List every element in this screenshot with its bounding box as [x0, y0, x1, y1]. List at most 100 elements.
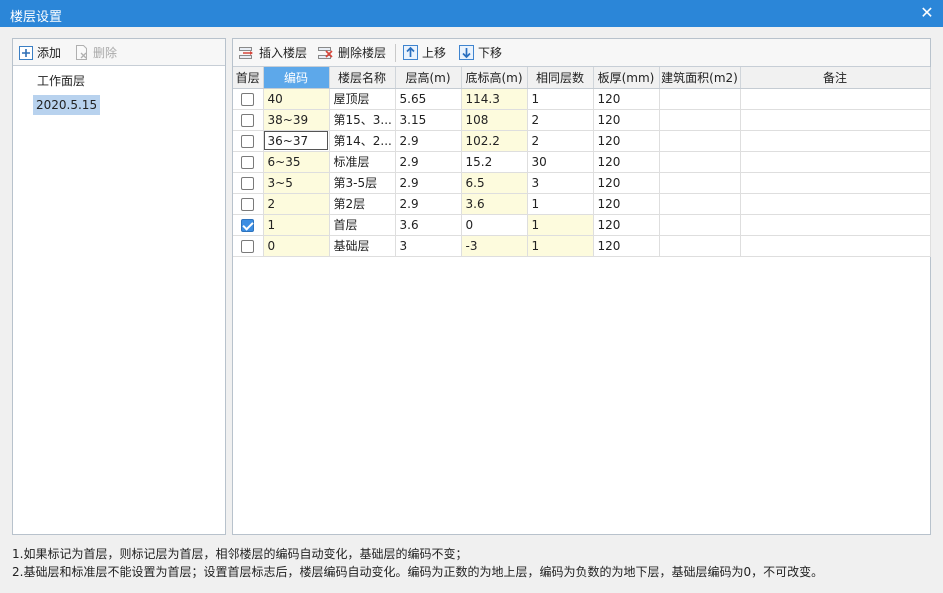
- slab-thickness-cell[interactable]: 120: [593, 130, 660, 152]
- remarks-cell[interactable]: [740, 235, 931, 257]
- bottom-elevation-cell[interactable]: 15.2: [461, 151, 528, 173]
- move-down-button[interactable]: 下移: [459, 43, 502, 62]
- floor-name-cell[interactable]: 第15、3...: [329, 109, 396, 131]
- first-floor-cell[interactable]: [233, 130, 264, 152]
- table-row[interactable]: 1 首层 3.6 0 1 120: [233, 214, 931, 236]
- slab-thickness-cell[interactable]: 120: [593, 151, 660, 173]
- col-header-code[interactable]: 编码: [263, 67, 330, 89]
- first-floor-cell[interactable]: [233, 109, 264, 131]
- same-floors-cell[interactable]: 1: [527, 88, 594, 110]
- building-area-cell[interactable]: [659, 214, 741, 236]
- table-row[interactable]: 0 基础层 3 -3 1 120: [233, 235, 931, 257]
- building-area-cell[interactable]: [659, 130, 741, 152]
- first-floor-checkbox[interactable]: [241, 92, 255, 106]
- table-row[interactable]: 36~37 第14、2... 2.9 102.2 2 120: [233, 130, 931, 152]
- tree-item-work-surface[interactable]: 工作面层: [34, 71, 88, 91]
- floor-height-cell[interactable]: 3: [395, 235, 462, 257]
- bottom-elevation-cell[interactable]: 108: [461, 109, 528, 131]
- bottom-elevation-cell[interactable]: -3: [461, 235, 528, 257]
- remarks-cell[interactable]: [740, 88, 931, 110]
- col-header-remarks[interactable]: 备注: [740, 67, 931, 89]
- first-floor-cell[interactable]: [233, 193, 264, 215]
- move-up-button[interactable]: 上移: [403, 43, 446, 62]
- code-cell[interactable]: 3~5: [263, 172, 330, 194]
- remarks-cell[interactable]: [740, 109, 931, 131]
- same-floors-cell[interactable]: 1: [527, 214, 594, 236]
- floor-name-cell[interactable]: 基础层: [329, 235, 396, 257]
- floor-height-cell[interactable]: 3.6: [395, 214, 462, 236]
- slab-thickness-cell[interactable]: 120: [593, 172, 660, 194]
- floor-name-cell[interactable]: 首层: [329, 214, 396, 236]
- table-row[interactable]: 3~5 第3-5层 2.9 6.5 3 120: [233, 172, 931, 194]
- col-header-first-floor[interactable]: 首层: [233, 67, 264, 89]
- bottom-elevation-cell[interactable]: 102.2: [461, 130, 528, 152]
- floor-height-cell[interactable]: 2.9: [395, 193, 462, 215]
- first-floor-cell[interactable]: [233, 88, 264, 110]
- floor-height-cell[interactable]: 3.15: [395, 109, 462, 131]
- code-cell[interactable]: 38~39: [263, 109, 330, 131]
- building-area-cell[interactable]: [659, 109, 741, 131]
- floor-name-cell[interactable]: 标准层: [329, 151, 396, 173]
- remarks-cell[interactable]: [740, 172, 931, 194]
- floor-name-cell[interactable]: 屋顶层: [329, 88, 396, 110]
- first-floor-checkbox[interactable]: [241, 155, 255, 169]
- floor-height-cell[interactable]: 2.9: [395, 130, 462, 152]
- close-icon[interactable]: ✕: [919, 4, 935, 22]
- remarks-cell[interactable]: [740, 151, 931, 173]
- delete-button[interactable]: 删除: [75, 43, 117, 62]
- floor-height-cell[interactable]: 5.65: [395, 88, 462, 110]
- floor-height-cell[interactable]: 2.9: [395, 151, 462, 173]
- first-floor-checkbox[interactable]: [241, 113, 255, 127]
- code-cell[interactable]: 40: [263, 88, 330, 110]
- building-area-cell[interactable]: [659, 172, 741, 194]
- code-cell[interactable]: 6~35: [263, 151, 330, 173]
- bottom-elevation-cell[interactable]: 6.5: [461, 172, 528, 194]
- building-area-cell[interactable]: [659, 151, 741, 173]
- code-cell[interactable]: 2: [263, 193, 330, 215]
- slab-thickness-cell[interactable]: 120: [593, 109, 660, 131]
- code-cell[interactable]: 0: [263, 235, 330, 257]
- building-area-cell[interactable]: [659, 88, 741, 110]
- slab-thickness-cell[interactable]: 120: [593, 88, 660, 110]
- floor-name-cell[interactable]: 第14、2...: [329, 130, 396, 152]
- col-header-floor-height[interactable]: 层高(m): [395, 67, 462, 89]
- code-cell[interactable]: 1: [263, 214, 330, 236]
- slab-thickness-cell[interactable]: 120: [593, 193, 660, 215]
- same-floors-cell[interactable]: 1: [527, 193, 594, 215]
- table-row[interactable]: 40 屋顶层 5.65 114.3 1 120: [233, 88, 931, 110]
- same-floors-cell[interactable]: 2: [527, 130, 594, 152]
- col-header-bottom-elevation[interactable]: 底标高(m): [461, 67, 528, 89]
- table-row[interactable]: 6~35 标准层 2.9 15.2 30 120: [233, 151, 931, 173]
- slab-thickness-cell[interactable]: 120: [593, 235, 660, 257]
- code-cell[interactable]: 36~37: [263, 130, 330, 152]
- floor-name-cell[interactable]: 第3-5层: [329, 172, 396, 194]
- insert-floor-button[interactable]: 插入楼层: [239, 43, 307, 62]
- first-floor-checkbox[interactable]: [241, 197, 255, 211]
- col-header-building-area[interactable]: 建筑面积(m2): [659, 67, 741, 89]
- floor-height-cell[interactable]: 2.9: [395, 172, 462, 194]
- same-floors-cell[interactable]: 1: [527, 235, 594, 257]
- table-row[interactable]: 2 第2层 2.9 3.6 1 120: [233, 193, 931, 215]
- first-floor-cell[interactable]: [233, 235, 264, 257]
- table-row[interactable]: 38~39 第15、3... 3.15 108 2 120: [233, 109, 931, 131]
- bottom-elevation-cell[interactable]: 0: [461, 214, 528, 236]
- building-area-cell[interactable]: [659, 193, 741, 215]
- first-floor-checkbox[interactable]: [241, 134, 255, 148]
- same-floors-cell[interactable]: 3: [527, 172, 594, 194]
- floor-name-cell[interactable]: 第2层: [329, 193, 396, 215]
- same-floors-cell[interactable]: 30: [527, 151, 594, 173]
- building-area-cell[interactable]: [659, 235, 741, 257]
- bottom-elevation-cell[interactable]: 114.3: [461, 88, 528, 110]
- bottom-elevation-cell[interactable]: 3.6: [461, 193, 528, 215]
- first-floor-cell[interactable]: [233, 151, 264, 173]
- first-floor-checkbox[interactable]: [241, 218, 255, 232]
- remarks-cell[interactable]: [740, 193, 931, 215]
- remarks-cell[interactable]: [740, 214, 931, 236]
- col-header-floor-name[interactable]: 楼层名称: [329, 67, 396, 89]
- first-floor-checkbox[interactable]: [241, 239, 255, 253]
- same-floors-cell[interactable]: 2: [527, 109, 594, 131]
- col-header-slab-thickness[interactable]: 板厚(mm): [593, 67, 660, 89]
- remarks-cell[interactable]: [740, 130, 931, 152]
- tree-item-selected[interactable]: 2020.5.15: [33, 95, 101, 115]
- first-floor-cell[interactable]: [233, 172, 264, 194]
